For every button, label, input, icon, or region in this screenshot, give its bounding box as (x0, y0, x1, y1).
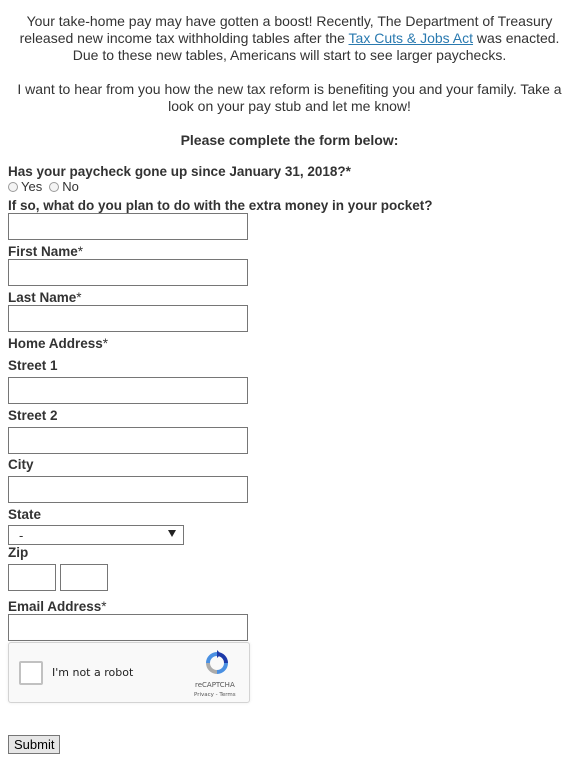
recaptcha-checkbox[interactable] (19, 661, 43, 685)
yes-radio[interactable] (8, 181, 18, 192)
paycheck-radio-group: Yes No (8, 179, 84, 194)
state-select[interactable]: - (8, 525, 184, 545)
no-radio[interactable] (49, 181, 60, 192)
recaptcha-brand: reCAPTCHA (195, 681, 235, 689)
no-radio-label[interactable]: No (62, 179, 79, 194)
zip-label: Zip (8, 545, 29, 560)
email-input[interactable] (8, 614, 248, 641)
tax-cuts-jobs-act-link[interactable]: Tax Cuts & Jobs Act (349, 30, 474, 46)
intro-text: Your take-home pay may have gotten a boo… (8, 13, 571, 115)
first-name-input[interactable] (8, 259, 248, 286)
street1-label: Street 1 (8, 358, 58, 373)
city-label: City (8, 457, 34, 472)
form-heading: Please complete the form below: (180, 132, 399, 148)
zip-input[interactable] (8, 564, 56, 591)
street2-input[interactable] (8, 427, 248, 454)
last-name-input[interactable] (8, 305, 248, 332)
submit-button[interactable]: Submit (8, 735, 61, 754)
intro-paragraph-1: Your take-home pay may have gotten a boo… (19, 13, 560, 63)
extra-money-question: If so, what do you plan to do with the e… (8, 198, 433, 213)
chevron-down-icon (168, 530, 176, 537)
city-input[interactable] (8, 476, 248, 503)
intro-paragraph-2: I want to hear from you how the new tax … (17, 81, 562, 114)
state-label: State (8, 507, 42, 522)
home-address-label: Home Address* (8, 336, 109, 351)
state-select-value: - (19, 528, 24, 543)
email-label: Email Address* (8, 599, 107, 614)
zip-extension-input[interactable] (60, 564, 108, 591)
recaptcha-label: I'm not a robot (52, 666, 134, 679)
recaptcha-widget: I'm not a robot reCAPTCHA Privacy - Term… (8, 642, 250, 703)
paycheck-question: Has your paycheck gone up since January … (8, 164, 351, 179)
first-name-label: First Name* (8, 244, 84, 259)
street1-input[interactable] (8, 377, 248, 404)
extra-money-input[interactable] (8, 213, 248, 240)
recaptcha-privacy-terms-links[interactable]: Privacy - Terms (194, 692, 236, 698)
yes-radio-label[interactable]: Yes (21, 179, 42, 194)
recaptcha-logo-icon (206, 650, 228, 674)
last-name-label: Last Name* (8, 290, 82, 305)
street2-label: Street 2 (8, 408, 58, 423)
